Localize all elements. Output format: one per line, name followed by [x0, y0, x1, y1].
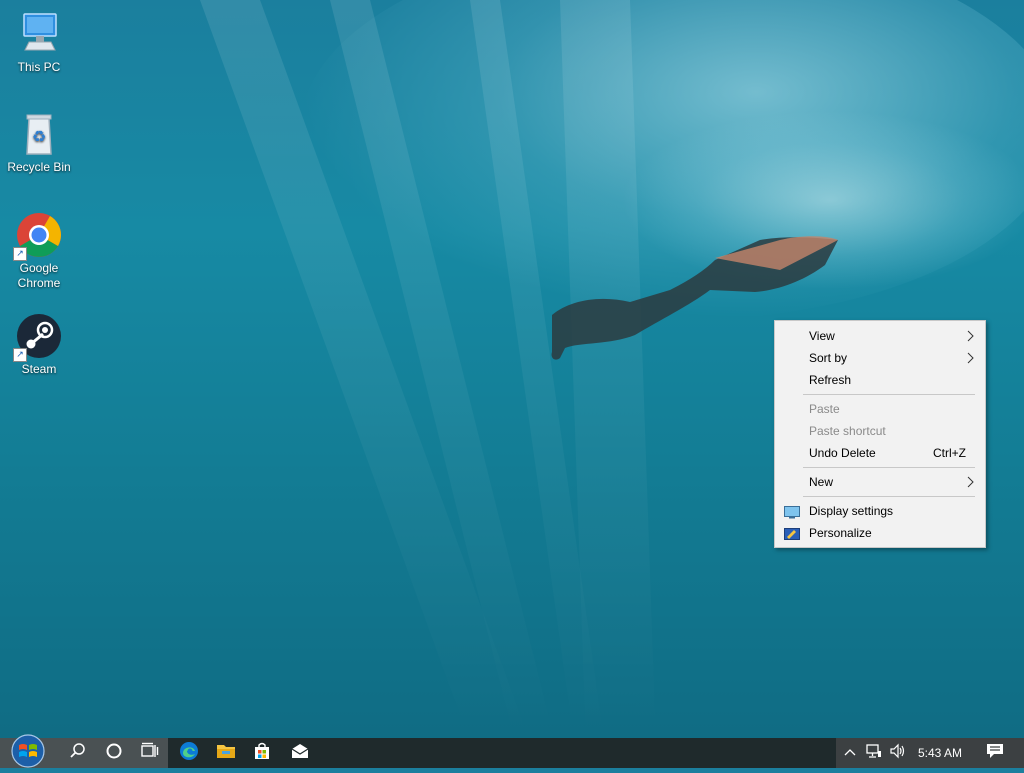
desktop-icon-google-chrome[interactable]: ↗ Google Chrome: [1, 211, 77, 291]
menu-separator: [803, 496, 975, 497]
desktop-icon-label: Steam: [21, 362, 57, 376]
action-center-button[interactable]: [980, 738, 1010, 768]
menu-item-new[interactable]: New: [775, 471, 985, 493]
menu-item-personalize[interactable]: Personalize: [775, 522, 985, 544]
task-view-button[interactable]: [132, 738, 168, 768]
system-tray: 5:43 AM: [836, 738, 1024, 768]
show-hidden-icons-button[interactable]: [840, 738, 860, 768]
clock[interactable]: 5:43 AM: [912, 738, 968, 768]
desktop-context-menu: View Sort by Refresh Paste Paste shortcu…: [774, 320, 986, 548]
desktop-icon-label: Google Chrome: [17, 261, 61, 290]
recycle-bin-icon: ♻: [15, 110, 63, 158]
menu-item-paste-shortcut[interactable]: Paste shortcut: [775, 420, 985, 442]
taskbar: 5:43 AM: [0, 733, 1024, 768]
display-settings-icon: [784, 504, 800, 519]
chevron-up-icon: [844, 744, 856, 762]
steam-icon: ↗: [13, 312, 63, 362]
svg-text:♻: ♻: [32, 127, 46, 146]
mail-icon: [291, 743, 309, 764]
menu-item-paste[interactable]: Paste: [775, 398, 985, 420]
menu-item-sort-by[interactable]: Sort by: [775, 347, 985, 369]
store-icon: [253, 742, 271, 765]
network-icon: [865, 743, 883, 764]
menu-item-display-settings[interactable]: Display settings: [775, 500, 985, 522]
menu-separator: [803, 467, 975, 468]
volume-icon: [889, 743, 907, 764]
volume-button[interactable]: [886, 738, 910, 768]
desktop-icon-label: This PC: [17, 60, 61, 74]
menu-item-view[interactable]: View: [775, 325, 985, 347]
file-explorer-icon: [216, 742, 236, 765]
network-button[interactable]: [862, 738, 886, 768]
notification-icon: [986, 743, 1004, 764]
search-button[interactable]: [60, 738, 96, 768]
start-button[interactable]: [6, 733, 50, 768]
keyboard-shortcut: Ctrl+Z: [933, 446, 966, 460]
task-view-icon: [141, 742, 159, 765]
desktop-icon-recycle-bin[interactable]: ♻ Recycle Bin: [1, 110, 77, 175]
edge-icon: [179, 741, 199, 766]
taskbar-file-explorer[interactable]: [208, 738, 244, 768]
menu-item-undo-delete[interactable]: Undo Delete Ctrl+Z: [775, 442, 985, 464]
shortcut-arrow-icon: ↗: [13, 348, 27, 362]
computer-icon: [15, 10, 63, 58]
taskbar-edge[interactable]: [171, 738, 207, 768]
start-icon: [8, 733, 48, 773]
chrome-icon: ↗: [13, 211, 63, 261]
taskbar-mail[interactable]: [282, 738, 318, 768]
menu-item-refresh[interactable]: Refresh: [775, 369, 985, 391]
shortcut-arrow-icon: ↗: [13, 247, 27, 261]
taskbar-store[interactable]: [244, 738, 280, 768]
desktop-icon-this-pc[interactable]: This PC: [1, 10, 77, 75]
search-icon: [69, 742, 87, 765]
clock-time: 5:43 AM: [917, 746, 963, 760]
personalize-icon: [784, 526, 800, 540]
menu-separator: [803, 394, 975, 395]
cortana-button[interactable]: [96, 738, 132, 768]
cortana-icon: [105, 742, 123, 765]
desktop-icon-steam[interactable]: ↗ Steam: [1, 312, 77, 377]
desktop-icon-label: Recycle Bin: [7, 160, 71, 174]
